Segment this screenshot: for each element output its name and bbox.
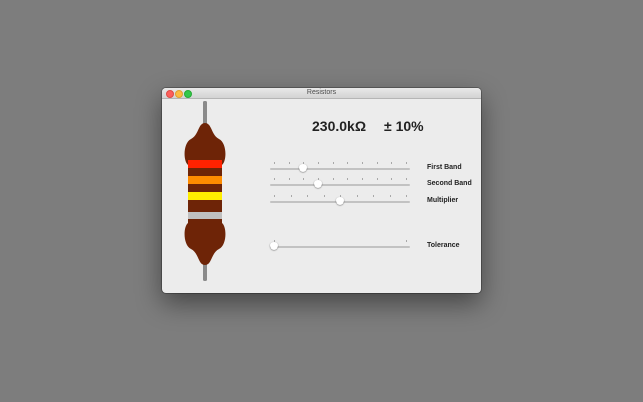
multiplier-label: Multiplier <box>427 197 459 204</box>
slider-tick <box>391 162 393 164</box>
slider-tick <box>303 162 305 164</box>
slider-tick <box>274 178 275 180</box>
slider-track <box>270 184 410 186</box>
slider-tick <box>362 178 363 180</box>
first-band-slider[interactable] <box>270 162 410 174</box>
slider-thumb[interactable] <box>270 242 278 250</box>
slider-thumb[interactable] <box>336 197 344 205</box>
slider-thumb[interactable] <box>299 164 308 172</box>
window-title: Resistors <box>306 89 337 96</box>
slider-tick <box>406 162 407 164</box>
tolerance-value: ± 10% <box>384 118 424 134</box>
slider-tick <box>347 178 349 180</box>
slider-tick <box>274 195 275 197</box>
app-window: Resistors 230.0kΩ ± 10% First Band Secon… <box>162 88 481 293</box>
band-multiplier <box>188 192 222 200</box>
resistor-illustration <box>184 101 226 281</box>
slider-tick <box>406 178 407 180</box>
slider-tick <box>323 195 325 197</box>
slider-tick <box>318 178 319 180</box>
multiplier-slider[interactable] <box>270 195 410 207</box>
slider-tick <box>288 178 290 180</box>
slider-tick <box>406 195 407 197</box>
slider-tick <box>362 162 363 164</box>
slider-tick <box>391 178 393 180</box>
band-second <box>188 176 222 184</box>
band-first <box>188 160 222 168</box>
slider-track <box>270 246 410 248</box>
slider-tick <box>290 195 292 197</box>
slider-track <box>270 168 410 170</box>
slider-tick <box>303 178 305 180</box>
tolerance-slider[interactable] <box>270 240 410 252</box>
first-band-label: First Band <box>427 164 462 171</box>
slider-tick <box>318 162 319 164</box>
second-band-slider[interactable] <box>270 178 410 190</box>
slider-tick <box>347 162 349 164</box>
slider-tick <box>340 195 341 197</box>
slider-tick <box>307 195 308 197</box>
band-tolerance <box>188 212 222 219</box>
tolerance-label: Tolerance <box>427 242 460 249</box>
slider-tick <box>406 240 407 242</box>
slider-tick <box>274 162 275 164</box>
slider-tick <box>274 240 275 242</box>
second-band-label: Second Band <box>427 180 472 187</box>
slider-thumb[interactable] <box>314 180 322 188</box>
title-bar[interactable]: Resistors <box>162 88 481 99</box>
slider-tick <box>376 178 378 180</box>
slider-tick <box>332 178 334 180</box>
slider-tick <box>332 162 334 164</box>
slider-tick <box>389 195 391 197</box>
slider-tick <box>356 195 358 197</box>
slider-tick <box>288 162 290 164</box>
slider-tick <box>373 195 374 197</box>
resistance-value: 230.0kΩ <box>312 118 367 134</box>
slider-tick <box>376 162 378 164</box>
